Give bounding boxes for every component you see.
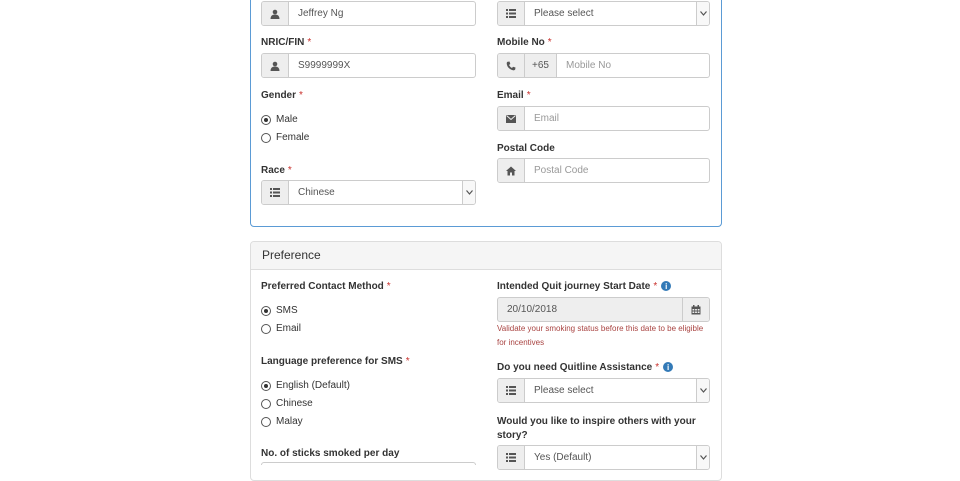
radio-label: Email <box>276 323 302 334</box>
email-input[interactable]: Email <box>525 107 709 130</box>
nric-label: NRIC/FIN * <box>261 37 312 48</box>
info-icon[interactable]: i <box>661 281 672 292</box>
race-value: Chinese <box>298 187 335 198</box>
gender-radio-female[interactable]: Female <box>261 132 309 143</box>
language-radio-malay[interactable]: Malay <box>261 416 303 427</box>
preference-title: Preference <box>251 242 721 270</box>
radio-unselected[interactable] <box>261 398 271 409</box>
quit-date-value: 20/10/2018 <box>507 304 558 315</box>
top-select-value: Please select <box>534 8 594 19</box>
chevron-down-icon <box>462 181 475 204</box>
radio-selected[interactable] <box>261 380 271 391</box>
chevron-down-icon <box>696 446 709 469</box>
list-icon <box>498 2 525 25</box>
inspire-value: Yes (Default) <box>534 452 592 463</box>
postal-label: Postal Code <box>497 143 555 154</box>
quit-date-field[interactable]: 20/10/2018 <box>497 297 710 322</box>
phone-icon <box>498 54 525 77</box>
contact-radio-email[interactable]: Email <box>261 323 301 334</box>
radio-unselected[interactable] <box>261 323 271 334</box>
calendar-icon[interactable] <box>682 298 709 321</box>
radio-unselected[interactable] <box>261 416 271 427</box>
race-select[interactable]: Chinese <box>261 180 476 205</box>
contact-method-label: Preferred Contact Method * <box>261 281 391 292</box>
home-icon <box>498 159 525 182</box>
radio-selected[interactable] <box>261 305 271 316</box>
chevron-down-icon <box>696 379 709 402</box>
quit-date-hint: Validate your smoking status before this… <box>497 324 704 347</box>
inspire-select[interactable]: Yes (Default) <box>497 445 710 470</box>
race-label: Race * <box>261 165 292 176</box>
language-radio-chinese[interactable]: Chinese <box>261 398 313 409</box>
quit-date-label: Intended Quit journey Start Date * i <box>497 281 672 292</box>
top-select[interactable]: Please select <box>497 1 710 26</box>
postal-field[interactable]: Postal Code <box>497 158 710 183</box>
radio-label: Female <box>276 132 310 143</box>
radio-label: Malay <box>276 416 303 427</box>
radio-selected[interactable] <box>261 114 271 125</box>
list-icon <box>498 446 525 469</box>
radio-label: Chinese <box>276 398 313 409</box>
postal-input[interactable]: Postal Code <box>525 159 709 182</box>
mobile-input[interactable]: Mobile No <box>557 54 709 77</box>
quitline-select[interactable]: Please select <box>497 378 710 403</box>
nric-field[interactable]: S9999999X <box>261 53 476 78</box>
language-label: Language preference for SMS * <box>261 356 410 367</box>
user-icon <box>262 54 289 77</box>
radio-label: SMS <box>276 305 298 316</box>
radio-label: Male <box>276 114 298 125</box>
list-icon <box>262 181 289 204</box>
info-icon[interactable]: i <box>663 362 674 373</box>
quitline-label: Do you need Quitline Assistance * i <box>497 362 674 373</box>
quitline-value: Please select <box>534 385 594 396</box>
radio-unselected[interactable] <box>261 132 271 143</box>
email-field[interactable]: Email <box>497 106 710 131</box>
inspire-label: Would you like to inspire others with yo… <box>497 416 696 441</box>
email-label: Email * <box>497 90 531 101</box>
nric-value: S9999999X <box>298 60 351 71</box>
gender-label: Gender * <box>261 90 303 101</box>
name-value: Jeffrey Ng <box>298 8 344 19</box>
name-field[interactable]: Jeffrey Ng <box>261 1 476 26</box>
list-icon <box>498 379 525 402</box>
chevron-down-icon <box>696 2 709 25</box>
language-radio-english[interactable]: English (Default) <box>261 380 350 391</box>
contact-radio-sms[interactable]: SMS <box>261 305 298 316</box>
mobile-label: Mobile No * <box>497 37 552 48</box>
sticks-label: No. of sticks smoked per day <box>261 448 400 459</box>
radio-label: English (Default) <box>276 380 350 391</box>
user-icon <box>262 2 289 25</box>
gender-radio-male[interactable]: Male <box>261 114 298 125</box>
mobile-prefix: +65 <box>525 54 557 77</box>
mobile-field[interactable]: +65 Mobile No <box>497 53 710 78</box>
envelope-icon <box>498 107 525 130</box>
